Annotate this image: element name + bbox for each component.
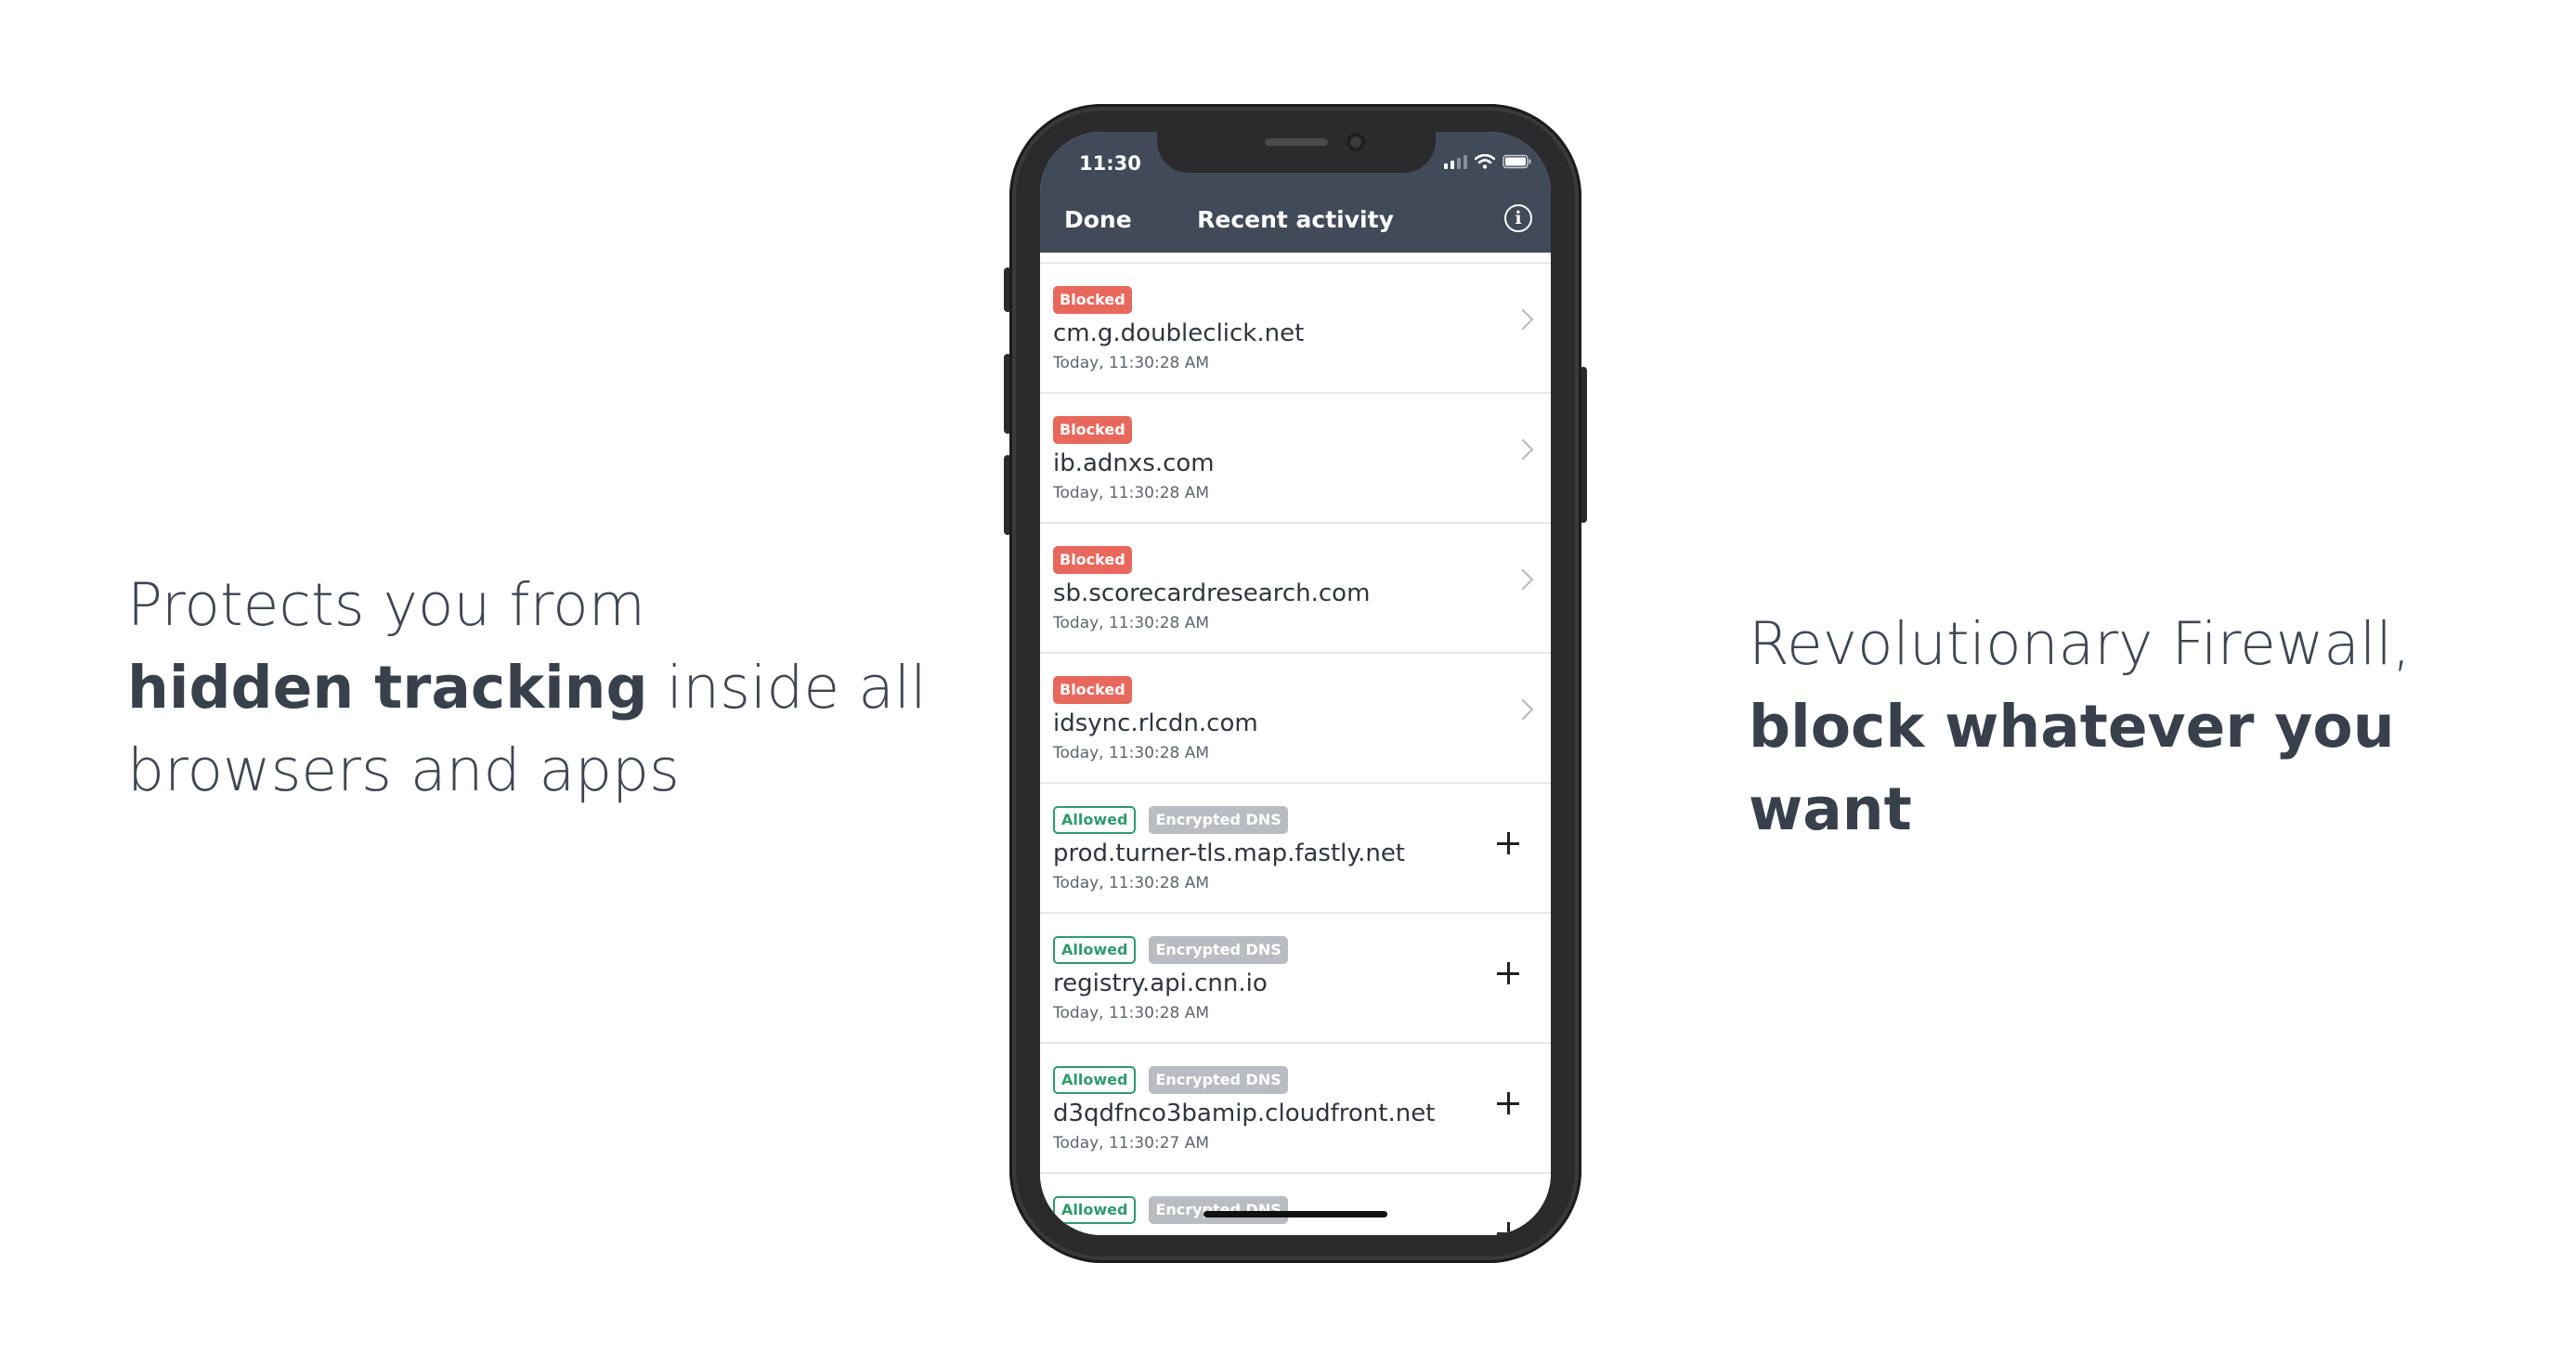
phone-frame: 11:30 Done Recent activity i Blocked cm.… [1009,104,1581,1263]
right-tagline-line1: Revolutionary Firewall, [1749,610,2412,678]
activity-time: Today, 11:30:28 AM [1053,354,1210,372]
nav-header: 11:30 Done Recent activity i [1040,132,1551,253]
chevron-right-icon[interactable] [1512,698,1534,721]
encrypted-dns-badge: Encrypted DNS [1149,936,1288,964]
activity-list[interactable]: Blocked cm.g.doubleclick.net Today, 11:3… [1040,253,1551,1235]
allowed-badge: Allowed [1053,936,1137,964]
signal-icon [1444,155,1467,169]
phone-notch [1157,132,1436,173]
battery-icon [1503,154,1531,169]
activity-domain: sb.scorecardresearch.com [1053,579,1371,607]
activity-domain: ib.adnxs.com [1053,449,1215,477]
activity-time: Today, 11:30:27 AM [1053,1134,1210,1152]
screen-title: Recent activity [1197,206,1394,233]
home-indicator[interactable] [1203,1211,1387,1217]
left-tagline-bold: hidden tracking [127,654,648,722]
activity-time: Today, 11:30:28 AM [1053,744,1210,762]
blocked-badge: Blocked [1053,416,1132,444]
status-icons [1444,154,1532,169]
left-tagline-rest: inside all [647,654,927,722]
activity-domain: d3qdfnco3bamip.cloudfront.net [1053,1100,1436,1127]
activity-row[interactable]: Blocked cm.g.doubleclick.net Today, 11:3… [1040,262,1551,392]
left-tagline-line1: Protects you from [127,571,645,639]
status-time: 11:30 [1079,152,1141,175]
activity-row-partial [1040,253,1551,262]
speaker-grille [1265,138,1328,146]
activity-domain: cm.g.doubleclick.net [1053,319,1305,347]
info-circle-icon[interactable]: i [1504,204,1532,232]
allowed-badge: Allowed [1053,806,1137,834]
left-tagline-line3: browsers and apps [127,736,680,804]
allowed-badge: Allowed [1053,1196,1137,1224]
activity-domain: prod.turner-tls.map.fastly.net [1053,840,1406,867]
activity-row[interactable]: Allowed Encrypted DNS prod.turner-tls.ma… [1040,782,1551,912]
right-tagline-bold: block whatever you want [1749,693,2395,843]
activity-domain: idsync.rlcdn.com [1053,710,1258,737]
blocked-badge: Blocked [1053,676,1132,704]
left-tagline-line2: hidden tracking inside all [127,646,963,729]
left-tagline: Protects you from hidden tracking inside… [127,564,963,812]
blocked-badge: Blocked [1053,286,1132,314]
front-camera [1347,133,1365,151]
activity-time: Today, 11:30:28 AM [1053,1004,1210,1022]
activity-row[interactable]: Allowed Encrypted DNS registry.api.cnn.i… [1040,912,1551,1042]
plus-icon[interactable] [1497,962,1519,984]
activity-time: Today, 11:30:28 AM [1053,874,1210,892]
wifi-icon [1475,154,1495,169]
activity-row[interactable]: Blocked idsync.rlcdn.com Today, 11:30:28… [1040,652,1551,782]
activity-time: Today, 11:30:28 AM [1053,484,1210,502]
activity-row[interactable]: Allowed Encrypted DNS [1040,1172,1551,1235]
encrypted-dns-badge: Encrypted DNS [1149,1196,1288,1224]
activity-row[interactable]: Blocked ib.adnxs.com Today, 11:30:28 AM [1040,392,1551,522]
chevron-right-icon[interactable] [1512,568,1534,591]
encrypted-dns-badge: Encrypted DNS [1149,806,1288,834]
plus-icon[interactable] [1497,832,1519,854]
phone-screen: 11:30 Done Recent activity i Blocked cm.… [1040,132,1551,1235]
right-tagline-line2: block whatever you want [1749,685,2566,851]
activity-domain: registry.api.cnn.io [1053,970,1268,997]
blocked-badge: Blocked [1053,546,1132,574]
plus-icon[interactable] [1497,1092,1519,1114]
allowed-badge: Allowed [1053,1066,1137,1094]
activity-row[interactable]: Allowed Encrypted DNS d3qdfnco3bamip.clo… [1040,1042,1551,1172]
plus-icon[interactable] [1497,1222,1519,1235]
activity-time: Today, 11:30:28 AM [1053,614,1210,632]
activity-row[interactable]: Blocked sb.scorecardresearch.com Today, … [1040,522,1551,652]
encrypted-dns-badge: Encrypted DNS [1149,1066,1288,1094]
chevron-right-icon[interactable] [1512,308,1534,331]
right-tagline: Revolutionary Firewall, block whatever y… [1749,603,2566,851]
chevron-right-icon[interactable] [1512,438,1534,461]
